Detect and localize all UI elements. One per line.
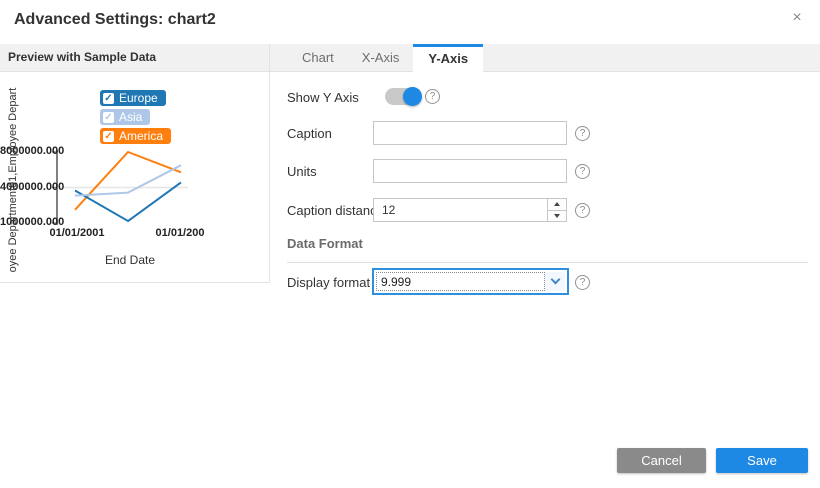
caption-input[interactable]	[373, 121, 567, 145]
caption-label: Caption	[287, 126, 332, 141]
chevron-down-icon	[550, 275, 560, 285]
help-icon-display-format[interactable]: ?	[575, 275, 590, 290]
y-axis-title-vertical: oyee Department91,Employee Depart	[7, 62, 21, 298]
legend-label: Europe	[119, 91, 158, 105]
display-format-label: Display format	[287, 275, 370, 290]
legend-item-asia[interactable]: ✓ Asia	[100, 109, 150, 125]
preview-header: Preview with Sample Data	[0, 44, 270, 72]
stepper-buttons	[547, 199, 566, 221]
help-icon-units[interactable]: ?	[575, 164, 590, 179]
checkbox-checked-icon: ✓	[103, 131, 114, 142]
stepper-down-button[interactable]	[548, 210, 566, 222]
legend-label: America	[119, 129, 163, 143]
save-button[interactable]: Save	[716, 448, 808, 473]
dialog-title: Advanced Settings: chart2	[14, 11, 216, 29]
stepper-up-button[interactable]	[548, 199, 566, 210]
close-icon[interactable]: ×	[788, 9, 806, 27]
checkbox-checked-icon: ✓	[103, 93, 114, 104]
arrow-down-icon	[554, 214, 560, 218]
caption-distance-value: 12	[382, 203, 395, 217]
data-format-section-title: Data Format	[287, 236, 363, 251]
help-icon-caption[interactable]: ?	[575, 126, 590, 141]
arrow-up-icon	[554, 202, 560, 206]
tab-x-axis[interactable]: X-Axis	[348, 44, 414, 72]
legend-item-america[interactable]: ✓ America	[100, 128, 171, 144]
caption-distance-stepper[interactable]: 12	[373, 198, 567, 222]
preview-chart-lines	[75, 152, 181, 221]
toggle-knob	[403, 87, 422, 106]
x-tick-right: 01/01/200	[140, 227, 220, 239]
x-tick-left: 01/01/2001	[37, 227, 117, 239]
units-input[interactable]	[373, 159, 567, 183]
chart-legend: ✓ Europe ✓ Asia ✓ America	[100, 90, 171, 147]
show-y-axis-toggle[interactable]	[385, 88, 421, 105]
caption-distance-label: Caption distance	[287, 203, 384, 218]
tab-y-axis[interactable]: Y-Axis	[413, 44, 483, 73]
help-icon-show-y-axis[interactable]: ?	[425, 89, 440, 104]
dialog-titlebar: Advanced Settings: chart2 ×	[0, 0, 820, 44]
legend-label: Asia	[119, 110, 142, 124]
section-divider	[287, 262, 808, 263]
advanced-settings-dialog: Advanced Settings: chart2 × Preview with…	[0, 0, 820, 488]
help-icon-caption-distance[interactable]: ?	[575, 203, 590, 218]
select-dropdown-button[interactable]	[545, 272, 565, 291]
display-format-value: 9.999	[376, 272, 545, 291]
tab-chart[interactable]: Chart	[288, 44, 348, 72]
show-y-axis-label: Show Y Axis	[287, 90, 359, 105]
display-format-select[interactable]: 9.999	[372, 268, 569, 295]
legend-item-europe[interactable]: ✓ Europe	[100, 90, 166, 106]
chart-preview-panel: oyee Department91,Employee Depart 800000…	[0, 72, 270, 283]
units-label: Units	[287, 164, 317, 179]
cancel-button[interactable]: Cancel	[617, 448, 706, 473]
settings-tabbar: Chart X-Axis Y-Axis	[270, 44, 820, 72]
checkbox-checked-icon: ✓	[103, 112, 114, 123]
x-axis-title: End Date	[90, 253, 170, 267]
